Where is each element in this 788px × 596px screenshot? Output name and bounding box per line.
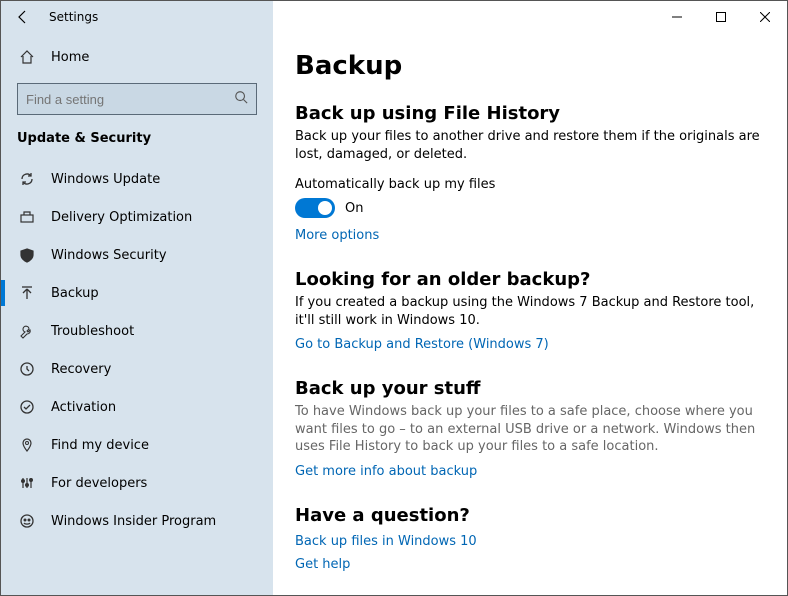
older-backup-heading: Looking for an older backup? xyxy=(295,269,767,290)
sidebar-item-label: Recovery xyxy=(51,362,111,377)
wrench-icon xyxy=(17,321,37,341)
developers-icon xyxy=(17,473,37,493)
minimize-button[interactable] xyxy=(655,1,699,33)
insider-icon xyxy=(17,511,37,531)
sidebar-item-for-developers[interactable]: For developers xyxy=(1,464,273,502)
sidebar-item-windows-insider[interactable]: Windows Insider Program xyxy=(1,502,273,540)
sidebar-item-label: Windows Security xyxy=(51,248,167,263)
backup-icon xyxy=(17,283,37,303)
sidebar-item-delivery-optimization[interactable]: Delivery Optimization xyxy=(1,198,273,236)
maximize-button[interactable] xyxy=(699,1,743,33)
more-info-link[interactable]: Get more info about backup xyxy=(295,464,767,479)
sidebar-item-find-my-device[interactable]: Find my device xyxy=(1,426,273,464)
close-button[interactable] xyxy=(743,1,787,33)
backup-stuff-heading: Back up your stuff xyxy=(295,378,767,399)
home-icon xyxy=(17,47,37,67)
backup-restore-link[interactable]: Go to Backup and Restore (Windows 7) xyxy=(295,337,767,352)
sidebar-section-title: Update & Security xyxy=(1,125,273,160)
auto-backup-label: Automatically back up my files xyxy=(295,177,767,192)
older-backup-desc: If you created a backup using the Window… xyxy=(295,294,767,329)
sidebar-item-recovery[interactable]: Recovery xyxy=(1,350,273,388)
sidebar-item-windows-update[interactable]: Windows Update xyxy=(1,160,273,198)
sidebar-item-activation[interactable]: Activation xyxy=(1,388,273,426)
backup-stuff-desc: To have Windows back up your files to a … xyxy=(295,403,767,456)
toggle-state-label: On xyxy=(345,201,363,216)
sidebar-item-troubleshoot[interactable]: Troubleshoot xyxy=(1,312,273,350)
sidebar-item-windows-security[interactable]: Windows Security xyxy=(1,236,273,274)
sync-icon xyxy=(17,169,37,189)
check-circle-icon xyxy=(17,397,37,417)
titlebar: Settings xyxy=(1,1,787,33)
sidebar-item-backup[interactable]: Backup xyxy=(1,274,273,312)
delivery-icon xyxy=(17,207,37,227)
question-heading: Have a question? xyxy=(295,505,767,526)
file-history-heading: Back up using File History xyxy=(295,103,767,124)
search-icon xyxy=(234,90,248,108)
sidebar-item-label: Windows Update xyxy=(51,172,160,187)
sidebar-item-label: Backup xyxy=(51,286,99,301)
sidebar-item-label: For developers xyxy=(51,476,147,491)
search-input[interactable] xyxy=(26,92,234,107)
sidebar-home[interactable]: Home xyxy=(1,39,273,75)
auto-backup-toggle[interactable] xyxy=(295,198,335,218)
shield-icon xyxy=(17,245,37,265)
sidebar-item-label: Home xyxy=(51,50,89,65)
sidebar-item-label: Delivery Optimization xyxy=(51,210,192,225)
back-button[interactable] xyxy=(1,1,45,33)
sidebar-item-label: Windows Insider Program xyxy=(51,514,216,529)
search-box[interactable] xyxy=(17,83,257,115)
get-help-link[interactable]: Get help xyxy=(295,557,767,572)
main-content: Backup Back up using File History Back u… xyxy=(273,33,787,595)
backup-files-link[interactable]: Back up files in Windows 10 xyxy=(295,534,767,549)
sidebar: Home Update & Security Windows Update xyxy=(1,33,273,595)
window-title: Settings xyxy=(45,10,98,24)
sidebar-item-label: Activation xyxy=(51,400,116,415)
sidebar-item-label: Troubleshoot xyxy=(51,324,134,339)
location-icon xyxy=(17,435,37,455)
file-history-desc: Back up your files to another drive and … xyxy=(295,128,767,163)
recovery-icon xyxy=(17,359,37,379)
sidebar-item-label: Find my device xyxy=(51,438,149,453)
page-title: Backup xyxy=(295,51,767,81)
more-options-link[interactable]: More options xyxy=(295,228,379,243)
